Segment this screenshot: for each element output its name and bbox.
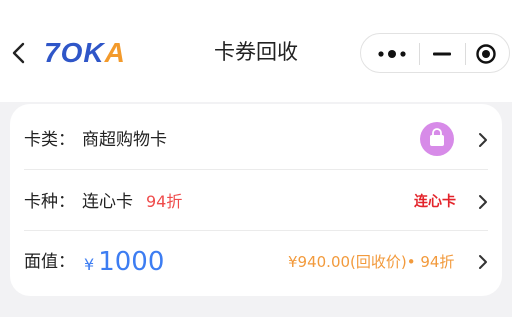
nav-bar: 7OKA 卡券回收 — [0, 0, 512, 102]
card-type-label: 卡类： — [24, 130, 75, 150]
card-kind-label: 卡种： — [24, 192, 75, 212]
card-type-row[interactable]: 卡类： 商超购物卡 — [10, 110, 502, 170]
brand-tag: 连心卡 — [414, 194, 456, 210]
miniprogram-capsule — [360, 33, 510, 73]
more-options-icon[interactable] — [375, 46, 409, 62]
card-type-value: 商超购物卡 — [82, 130, 167, 150]
card-kind-value: 连心卡 — [82, 192, 133, 212]
chevron-right-icon[interactable] — [476, 192, 490, 212]
divider — [24, 230, 488, 231]
amount-number: 1000 — [98, 247, 165, 277]
page-background — [0, 303, 512, 317]
card-form: 卡类： 商超购物卡 卡种： 连心卡 94折 连心卡 面值： ¥1000 ¥940… — [10, 104, 502, 296]
capsule-divider — [419, 43, 420, 65]
shopping-bag-icon — [420, 122, 454, 156]
divider — [24, 169, 488, 170]
chevron-right-icon[interactable] — [476, 130, 490, 150]
capsule-divider — [465, 43, 466, 65]
minimize-icon[interactable] — [431, 44, 453, 64]
currency-symbol: ¥ — [84, 255, 95, 274]
close-circle-icon[interactable] — [475, 43, 497, 65]
face-value-row[interactable]: 面值： ¥1000 ¥940.00(回收价)• 94折 — [10, 232, 502, 292]
recovery-price-text: ¥940.00(回收价)• 94折 — [288, 253, 455, 271]
face-value-label: 面值： — [24, 252, 75, 272]
chevron-right-icon[interactable] — [476, 252, 490, 272]
card-kind-row[interactable]: 卡种： 连心卡 94折 连心卡 — [10, 172, 502, 232]
discount-text: 94折 — [146, 192, 183, 211]
face-value-amount: ¥1000 — [84, 232, 164, 292]
